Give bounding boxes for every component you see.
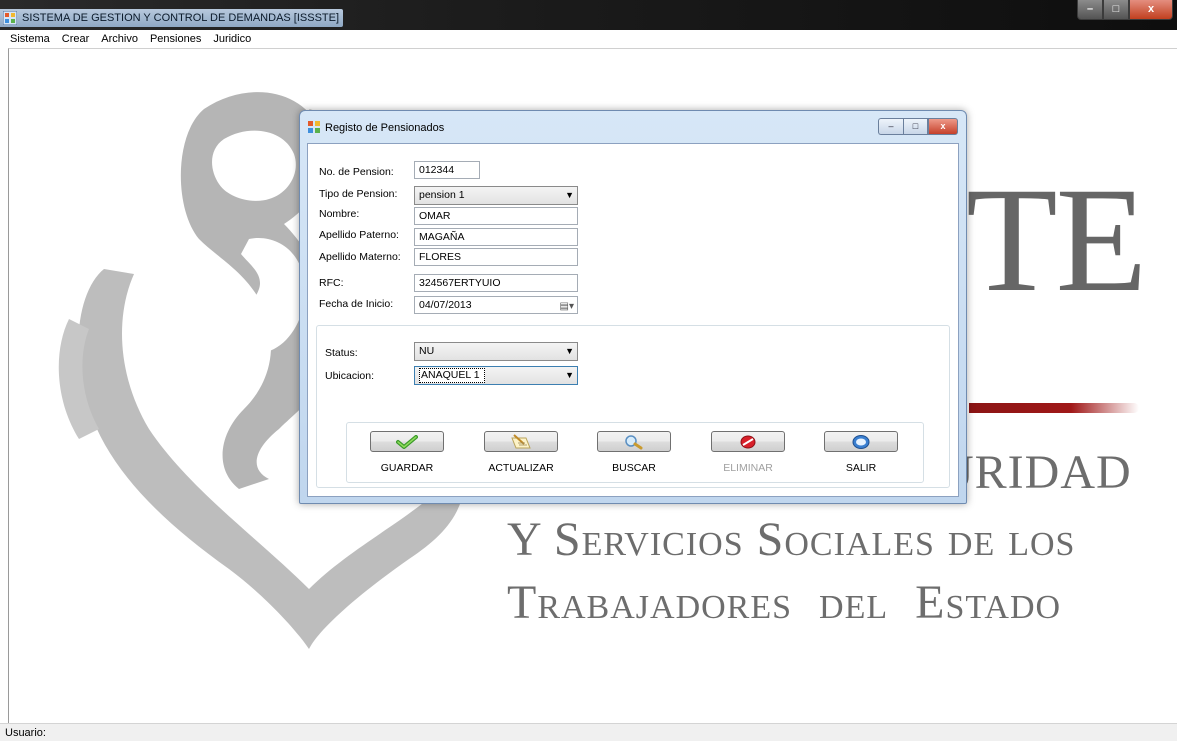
- status-bar: Usuario:: [0, 723, 1177, 741]
- nombre-label: Nombre:: [319, 208, 360, 220]
- no-pension-input[interactable]: 012344: [414, 161, 480, 179]
- guardar-label: GUARDAR: [380, 462, 434, 474]
- calendar-dropdown-icon[interactable]: ▤▾: [560, 299, 574, 315]
- logo-text-line1: URIDAD: [939, 446, 1132, 499]
- status-select[interactable]: NU ▼: [414, 342, 578, 361]
- actualizar-button[interactable]: [484, 431, 558, 452]
- actualizar-label: ACTUALIZAR: [488, 462, 554, 474]
- registro-pensionados-dialog: Registo de Pensionados – □ x No. de Pens…: [299, 110, 967, 504]
- usuario-label: Usuario:: [5, 727, 46, 739]
- dropdown-arrow-icon[interactable]: ▼: [565, 343, 574, 360]
- menu-juridico[interactable]: Juridico: [207, 30, 257, 48]
- main-window-controls: – □ x: [1077, 0, 1173, 20]
- apellido-paterno-input[interactable]: MAGAÑA: [414, 228, 578, 246]
- menu-bar: Sistema Crear Archivo Pensiones Juridico: [0, 30, 1177, 48]
- guardar-button[interactable]: [370, 431, 444, 452]
- checkmark-icon: [396, 434, 418, 449]
- eliminar-label: ELIMINAR: [723, 462, 773, 474]
- eliminar-button[interactable]: [711, 431, 785, 452]
- dropdown-arrow-icon[interactable]: ▼: [565, 367, 574, 384]
- rfc-label: RFC:: [319, 277, 344, 289]
- menu-pensiones[interactable]: Pensiones: [144, 30, 207, 48]
- app-icon: [3, 11, 17, 25]
- dropdown-arrow-icon[interactable]: ▼: [565, 187, 574, 204]
- logo-text-line3: Trabajadores del Estado: [507, 576, 1062, 629]
- dialog-maximize-button[interactable]: □: [903, 118, 928, 135]
- salir-label: SALIR: [845, 462, 877, 474]
- tipo-pension-label: Tipo de Pension:: [319, 188, 398, 200]
- dialog-minimize-button[interactable]: –: [878, 118, 903, 135]
- menu-crear[interactable]: Crear: [56, 30, 96, 48]
- exit-icon: [852, 434, 870, 449]
- main-window-titlebar[interactable]: SISTEMA DE GESTION Y CONTROL DE DEMANDAS…: [0, 0, 1177, 30]
- no-pension-label: No. de Pension:: [319, 166, 394, 178]
- logo-te-letters: TE: [966, 157, 1147, 323]
- apellido-materno-input[interactable]: FLORES: [414, 248, 578, 266]
- main-close-button[interactable]: x: [1129, 0, 1173, 20]
- main-window-title-area: SISTEMA DE GESTION Y CONTROL DE DEMANDAS…: [0, 9, 344, 27]
- rfc-input[interactable]: 324567ERTYUIO: [414, 274, 578, 292]
- buscar-label: BUSCAR: [612, 462, 656, 474]
- dialog-titlebar[interactable]: Registo de Pensionados – □ x: [300, 111, 966, 141]
- apellido-paterno-label: Apellido Paterno:: [319, 229, 399, 241]
- main-minimize-button[interactable]: –: [1077, 0, 1103, 20]
- ubicacion-value: ANAQUEL 1: [419, 368, 485, 383]
- status-value: NU: [419, 345, 435, 357]
- main-window-title: SISTEMA DE GESTION Y CONTROL DE DEMANDAS…: [22, 12, 340, 24]
- status-label: Status:: [325, 347, 358, 359]
- logo-text-line2: Y Servicios Sociales de los: [507, 513, 1076, 566]
- fecha-inicio-picker[interactable]: 04/07/2013 ▤▾: [414, 296, 578, 314]
- dialog-client-area: No. de Pension: 012344 Tipo de Pension: …: [307, 143, 959, 497]
- edit-document-icon: [511, 433, 531, 448]
- fecha-inicio-value: 04/07/2013: [419, 299, 472, 311]
- ubicacion-select[interactable]: ANAQUEL 1 ▼: [414, 366, 578, 385]
- fecha-inicio-label: Fecha de Inicio:: [319, 298, 394, 310]
- apellido-materno-label: Apellido Materno:: [319, 251, 401, 263]
- nombre-input[interactable]: OMAR: [414, 207, 578, 225]
- logo-red-stripe: [969, 403, 1139, 413]
- buscar-button[interactable]: [597, 431, 671, 452]
- menu-archivo[interactable]: Archivo: [95, 30, 144, 48]
- dialog-title: Registo de Pensionados: [325, 122, 445, 134]
- magnifier-icon: [625, 434, 643, 449]
- tipo-pension-select[interactable]: pension 1 ▼: [414, 186, 578, 205]
- dialog-controls: – □ x: [878, 118, 958, 135]
- ubicacion-label: Ubicacion:: [325, 370, 375, 382]
- dialog-close-button[interactable]: x: [928, 118, 958, 135]
- delete-icon: [740, 435, 756, 448]
- tipo-pension-value: pension 1: [419, 189, 465, 201]
- main-maximize-button[interactable]: □: [1103, 0, 1129, 20]
- menu-sistema[interactable]: Sistema: [4, 30, 56, 48]
- dialog-app-icon: [308, 121, 320, 133]
- salir-button[interactable]: [824, 431, 898, 452]
